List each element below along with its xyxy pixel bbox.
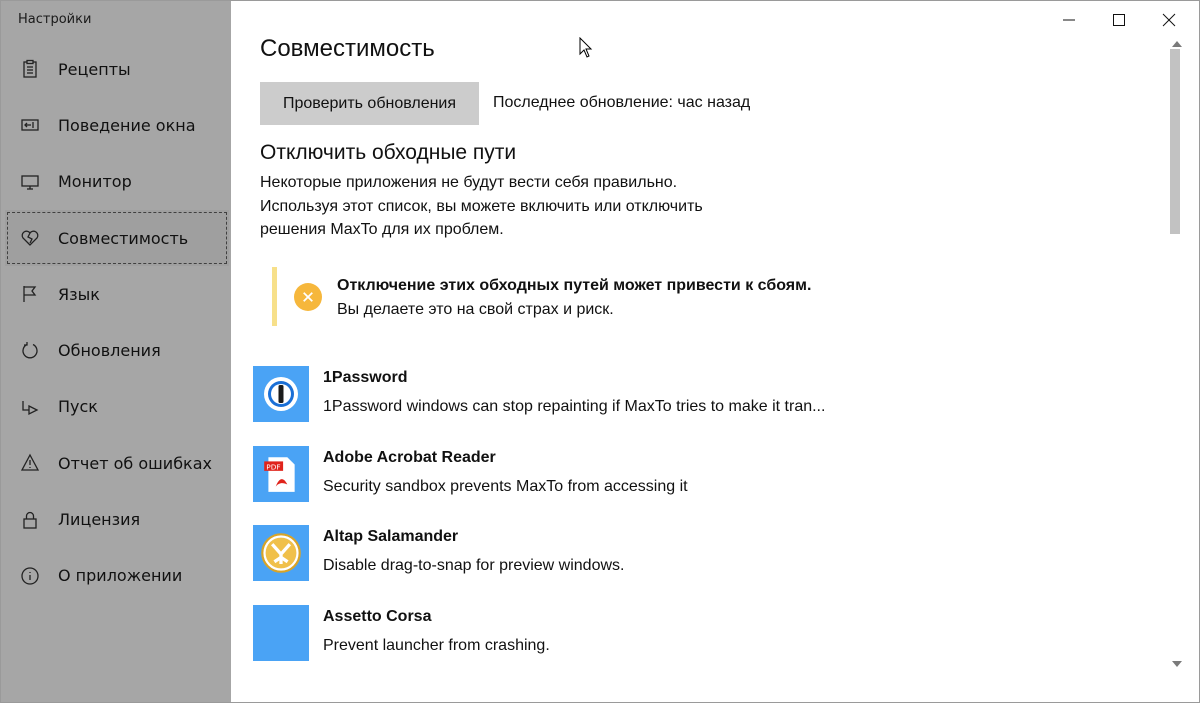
app-description: Prevent launcher from crashing. — [323, 636, 550, 654]
info-icon — [20, 566, 40, 586]
check-updates-button[interactable]: Проверить обновления — [260, 82, 479, 125]
description: Некоторые приложения не будут вести себя… — [260, 171, 703, 242]
last-update-text: Последнее обновление: час назад — [493, 94, 751, 111]
sidebar-item-label: Поведение окна — [58, 115, 196, 135]
scrollbar-thumb[interactable] — [1170, 49, 1180, 234]
warning-x-icon — [294, 283, 322, 311]
app-description: Disable drag-to-snap for preview windows… — [323, 557, 625, 574]
sidebar-item-license[interactable]: Лицензия — [1, 491, 231, 547]
sidebar-item-recipes[interactable]: Рецепты — [1, 41, 231, 97]
sidebar-item-startup[interactable]: Пуск — [1, 379, 231, 435]
warning-icon — [20, 453, 40, 473]
clipboard-icon — [20, 59, 40, 79]
pdf-icon: PDF — [253, 445, 309, 502]
sidebar-item-label: Совместимость — [58, 228, 189, 248]
mouse-cursor-icon — [579, 37, 593, 58]
startup-icon — [20, 397, 40, 417]
sidebar-item-window-behavior[interactable]: Поведение окна — [1, 97, 231, 153]
refresh-icon — [20, 341, 40, 361]
sidebar-item-language[interactable]: Язык — [1, 266, 231, 322]
svg-text:PDF: PDF — [266, 462, 280, 471]
settings-window: Настройки Рецепты Поведение окна Монитор… — [0, 0, 1200, 703]
warning-title: Отключение этих обходных путей может при… — [337, 277, 812, 294]
sidebar-item-monitor[interactable]: Монитор — [1, 154, 231, 210]
sidebar-nav: Рецепты Поведение окна Монитор Совместим… — [1, 41, 231, 604]
app-description: 1Password windows can stop repainting if… — [323, 398, 826, 415]
sidebar-item-error-report[interactable]: Отчет об ошибках — [1, 435, 231, 491]
scroll-up-arrow-icon[interactable] — [1171, 39, 1183, 49]
sidebar-item-label: Обновления — [58, 341, 161, 361]
lock-icon — [20, 510, 40, 530]
list-item[interactable]: PDF Adobe Acrobat Reader Security sandbo… — [253, 445, 1133, 526]
blank-app-icon — [253, 604, 309, 661]
app-description: Security sandbox prevents MaxTo from acc… — [323, 477, 688, 495]
sidebar-item-updates[interactable]: Обновления — [1, 322, 231, 378]
sidebar-item-label: Язык — [58, 284, 100, 304]
description-line: решения MaxTo для их проблем. — [260, 221, 504, 238]
broken-heart-icon — [20, 228, 40, 248]
app-title: Настройки — [18, 12, 92, 27]
app-name: Adobe Acrobat Reader — [323, 448, 496, 466]
sidebar-item-label: Пуск — [58, 397, 98, 417]
onepassword-icon — [253, 366, 309, 422]
app-name: Assetto Corsa — [323, 607, 432, 625]
window-behavior-icon — [20, 115, 40, 135]
sidebar-item-label: Отчет об ошибках — [58, 453, 212, 473]
app-name: 1Password — [323, 369, 408, 386]
section-title: Отключить обходные пути — [260, 141, 517, 164]
monitor-icon — [20, 172, 40, 192]
description-line: Некоторые приложения не будут вести себя… — [260, 174, 678, 191]
list-item[interactable]: 1Password 1Password windows can stop rep… — [253, 366, 1133, 446]
warning-accent-bar — [272, 267, 277, 326]
vertical-scrollbar[interactable] — [1167, 39, 1187, 679]
sidebar-item-label: Рецепты — [58, 59, 131, 79]
sidebar-item-label: Лицензия — [58, 510, 141, 530]
sidebar-item-label: О приложении — [58, 566, 183, 586]
list-item[interactable]: Altap Salamander Disable drag-to-snap fo… — [253, 525, 1133, 605]
sidebar: Настройки Рецепты Поведение окна Монитор… — [1, 1, 231, 702]
warning-text: Вы делаете это на свой страх и риск. — [337, 301, 614, 318]
sidebar-item-label: Монитор — [58, 172, 132, 192]
salamander-icon — [253, 525, 309, 581]
description-line: Используя этот список, вы можете включит… — [260, 197, 703, 215]
sidebar-item-about[interactable]: О приложении — [1, 548, 231, 604]
sidebar-item-compatibility[interactable]: Совместимость — [5, 209, 229, 267]
flag-icon — [20, 284, 40, 304]
page-title: Совместимость — [260, 35, 435, 62]
main-content: Совместимость Проверить обновления После… — [232, 1, 1167, 702]
scroll-down-arrow-icon[interactable] — [1171, 659, 1183, 669]
warning-banner: Отключение этих обходных путей может при… — [272, 267, 872, 327]
app-name: Altap Salamander — [323, 528, 459, 545]
app-list: 1Password 1Password windows can stop rep… — [253, 366, 1133, 684]
list-item[interactable]: Assetto Corsa Prevent launcher from cras… — [253, 604, 1133, 685]
